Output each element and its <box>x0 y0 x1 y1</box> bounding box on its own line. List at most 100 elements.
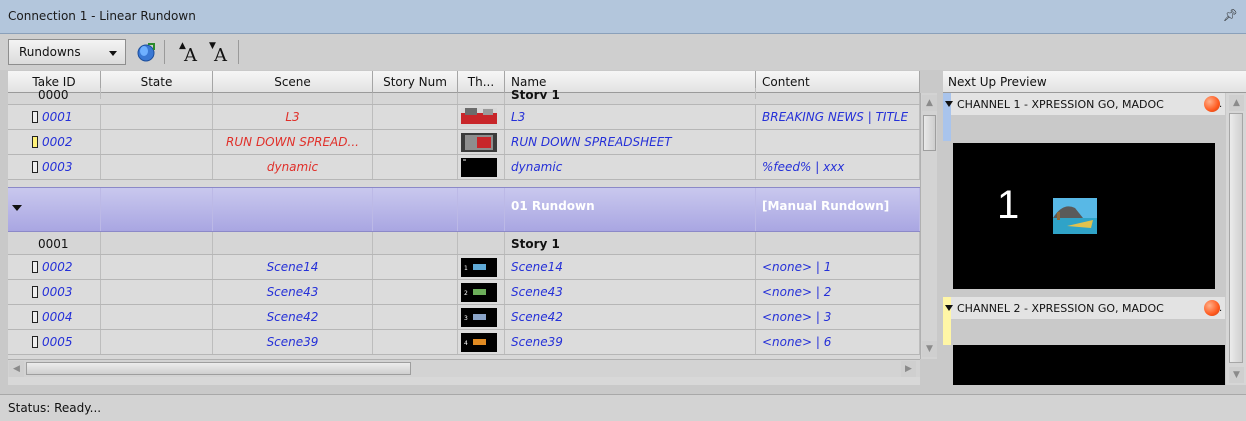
channel-1-header[interactable]: CHANNEL 1 - XPRESSION GO, MADOC . <box>943 93 1225 141</box>
item-content: <none> | 6 <box>756 330 920 354</box>
take-status-box <box>32 111 38 123</box>
scene-thumbnail: 4 <box>461 333 497 352</box>
increase-font-button[interactable]: ▲A <box>176 40 200 66</box>
thumbnail-cell <box>458 93 505 104</box>
content-cell <box>756 232 920 254</box>
status-dot-icon <box>1204 300 1220 316</box>
channel-2-preview[interactable]: CHANNEL 2 - XPRESSION GO, MADOC . <box>943 297 1225 385</box>
story-num-cell <box>373 93 458 104</box>
toolbar-separator <box>164 40 165 64</box>
story-name: Story 1 <box>505 88 756 99</box>
collapse-triangle-icon[interactable] <box>12 205 22 211</box>
table-row[interactable]: 0002 Scene14 1 Scene14 <none> | 1 <box>8 255 920 280</box>
item-content: <none> | 1 <box>756 255 920 279</box>
scrollbar-thumb[interactable] <box>923 115 936 151</box>
scene-name: Scene43 <box>213 280 373 304</box>
label-ellipsis: . <box>1219 99 1223 110</box>
expand-cell <box>8 188 101 231</box>
channel-1-preview[interactable]: CHANNEL 1 - XPRESSION GO, MADOC . 1 <box>943 93 1225 289</box>
state-cell <box>101 130 213 154</box>
scroll-up-icon[interactable]: ▲ <box>922 95 937 111</box>
collapse-triangle-icon[interactable] <box>945 305 953 311</box>
item-name: L3 <box>505 105 756 129</box>
label-ellipsis: . <box>1219 303 1223 314</box>
scene-name: Scene42 <box>213 305 373 329</box>
item-name: Scene42 <box>505 305 756 329</box>
item-content: <none> | 2 <box>756 280 920 304</box>
state-cell <box>101 105 213 129</box>
take-id-cell: 0005 <box>8 330 101 354</box>
preview-vertical-scrollbar[interactable]: ▲ ▼ <box>1226 93 1246 385</box>
scene-cell <box>213 232 373 254</box>
toolbar-separator <box>238 40 239 64</box>
scene-name: Scene39 <box>213 330 373 354</box>
column-header-story-num[interactable]: Story Num <box>373 71 458 93</box>
take-id: 0002 <box>42 260 73 274</box>
item-name: Scene14 <box>505 255 756 279</box>
preview-header: Next Up Preview <box>943 71 1246 93</box>
scrollbar-thumb[interactable] <box>1229 113 1243 363</box>
rundowns-dropdown[interactable]: Rundowns <box>8 39 126 65</box>
collapse-triangle-icon[interactable] <box>945 101 953 107</box>
column-header-state[interactable]: State <box>101 71 213 93</box>
story-num-cell <box>373 280 458 304</box>
pin-icon[interactable]: 📌︎ <box>1223 8 1238 22</box>
table-row[interactable]: 0003 dynamic dynamic %feed% | xxx <box>8 155 920 180</box>
take-status-box <box>32 161 38 173</box>
toolbar: Rundowns ▲A ▼A <box>0 34 1246 70</box>
take-id-cell: 0002 <box>8 255 101 279</box>
decrease-font-button[interactable]: ▼A <box>206 40 230 66</box>
thumbnail-cell <box>458 188 505 231</box>
grid-vertical-scrollbar[interactable]: ▲ ▼ <box>920 93 937 359</box>
state-cell <box>101 255 213 279</box>
state-cell <box>101 232 213 254</box>
rundown-grid: Take ID State Scene Story Num Th... Name… <box>8 71 920 385</box>
item-content: <none> | 3 <box>756 305 920 329</box>
scene-thumbnail: 2 <box>461 283 497 302</box>
scrollbar-thumb[interactable] <box>26 362 411 375</box>
table-row[interactable]: 0003 Scene43 2 Scene43 <none> | 2 <box>8 280 920 305</box>
table-row[interactable]: 0004 Scene42 3 Scene42 <none> | 3 <box>8 305 920 330</box>
status-dot-icon <box>1204 96 1220 112</box>
story-row[interactable]: 0001 Story 1 <box>8 232 920 255</box>
channel-1-label: CHANNEL 1 - XPRESSION GO, MADOC <box>957 98 1164 111</box>
column-header-scene[interactable]: Scene <box>213 71 373 93</box>
status-text: Status: Ready... <box>8 401 102 415</box>
take-status-box <box>32 261 38 273</box>
refresh-globe-button[interactable] <box>134 40 158 64</box>
decrease-icon: ▼ <box>209 41 216 51</box>
scroll-left-icon[interactable]: ◀ <box>9 361 24 377</box>
take-id-cell: 0004 <box>8 305 101 329</box>
thumbnail-number: 1 <box>464 265 468 272</box>
thumbnail-cell: 1 <box>458 255 505 279</box>
scroll-down-icon[interactable]: ▼ <box>1229 367 1244 383</box>
story-num-cell <box>373 232 458 254</box>
scroll-down-icon[interactable]: ▼ <box>922 341 937 357</box>
scroll-up-icon[interactable]: ▲ <box>1229 95 1244 111</box>
item-name: RUN DOWN SPREADSHEET <box>505 130 756 154</box>
take-id: 0002 <box>42 135 73 149</box>
column-header-thumbnail[interactable]: Th... <box>458 71 505 93</box>
item-name: dynamic <box>505 155 756 179</box>
column-header-content[interactable]: Content <box>756 71 920 93</box>
story-num-cell <box>373 188 458 231</box>
scene-thumbnail <box>461 108 497 127</box>
state-cell <box>101 330 213 354</box>
grid-horizontal-scrollbar[interactable]: ◀ ▶ <box>8 359 920 377</box>
story-row[interactable]: 0000 Story 1 <box>8 88 920 105</box>
table-row[interactable]: 0005 Scene39 4 Scene39 <none> | 6 <box>8 330 920 355</box>
grid-header: Take ID State Scene Story Num Th... Name… <box>8 71 920 93</box>
rundown-group-row[interactable]: 01 Rundown [Manual Rundown] <box>8 187 920 232</box>
refresh-globe-icon <box>137 43 155 62</box>
window-title: Connection 1 - Linear Rundown <box>8 9 196 23</box>
table-row[interactable]: 0002 RUN DOWN SPREAD... RUN DOWN SPREADS… <box>8 130 920 155</box>
status-bar: Status: Ready... <box>0 394 1246 421</box>
rundown-content: [Manual Rundown] <box>756 188 920 231</box>
item-content: BREAKING NEWS | TITLE <box>756 105 920 129</box>
channel-2-header[interactable]: CHANNEL 2 - XPRESSION GO, MADOC . <box>943 297 1225 345</box>
table-row[interactable]: 0001 L3 L3 BREAKING NEWS | TITLE <box>8 105 920 130</box>
scene-thumbnail: 1 <box>461 258 497 277</box>
take-status-box <box>32 136 38 148</box>
thumbnail-cell: 2 <box>458 280 505 304</box>
scroll-right-icon[interactable]: ▶ <box>901 361 916 377</box>
